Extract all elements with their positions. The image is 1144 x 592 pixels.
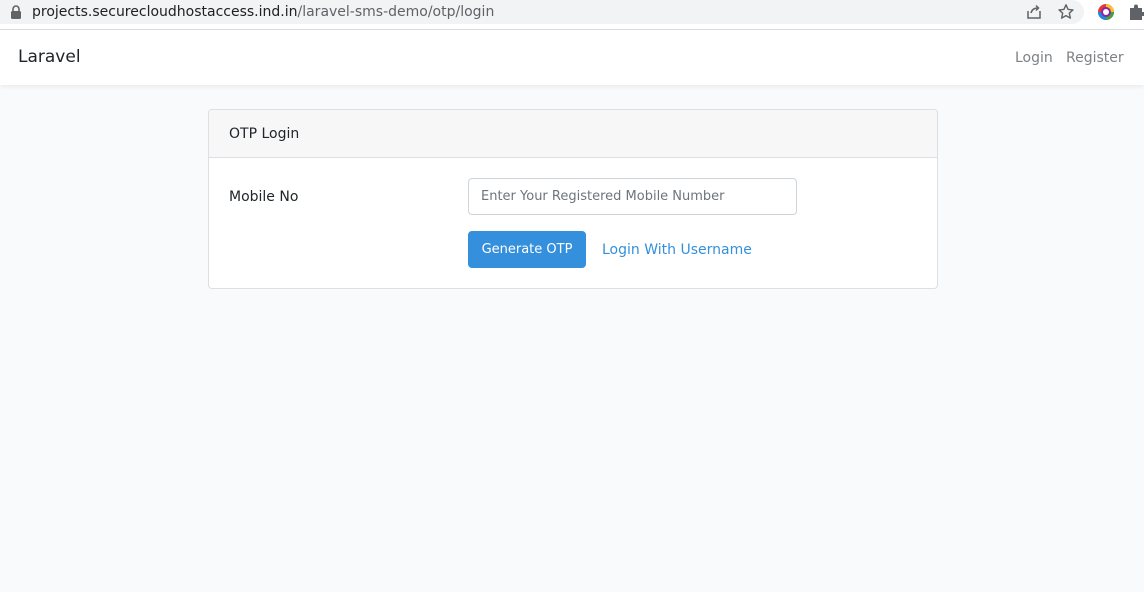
share-icon[interactable] bbox=[1025, 3, 1043, 21]
login-with-username-link[interactable]: Login With Username bbox=[602, 241, 752, 259]
extension-icon[interactable] bbox=[1097, 3, 1115, 21]
address-bar[interactable]: projects.securecloudhostaccess.ind.in/la… bbox=[0, 0, 1084, 24]
card-header: OTP Login bbox=[209, 110, 937, 158]
card-title: OTP Login bbox=[229, 126, 300, 142]
nav-register-link[interactable]: Register bbox=[1066, 49, 1124, 67]
top-navbar: Laravel Login Register bbox=[0, 30, 1144, 85]
brand-logo[interactable]: Laravel bbox=[18, 46, 81, 68]
otp-login-card: OTP Login Mobile No Generate OTP Login W… bbox=[208, 109, 938, 289]
nav-login-link[interactable]: Login bbox=[1015, 49, 1053, 67]
browser-toolbar: projects.securecloudhostaccess.ind.in/la… bbox=[0, 0, 1144, 30]
url-text[interactable]: projects.securecloudhostaccess.ind.in/la… bbox=[32, 3, 494, 21]
lock-icon[interactable] bbox=[10, 5, 22, 19]
url-path: /laravel-sms-demo/otp/login bbox=[297, 4, 495, 20]
puzzle-icon[interactable] bbox=[1128, 3, 1144, 21]
star-icon[interactable] bbox=[1057, 3, 1075, 21]
mobile-label: Mobile No bbox=[229, 189, 299, 205]
generate-otp-button[interactable]: Generate OTP bbox=[468, 231, 586, 268]
url-host: projects.securecloudhostaccess.ind.in bbox=[32, 4, 298, 20]
mobile-number-input[interactable] bbox=[468, 178, 797, 215]
